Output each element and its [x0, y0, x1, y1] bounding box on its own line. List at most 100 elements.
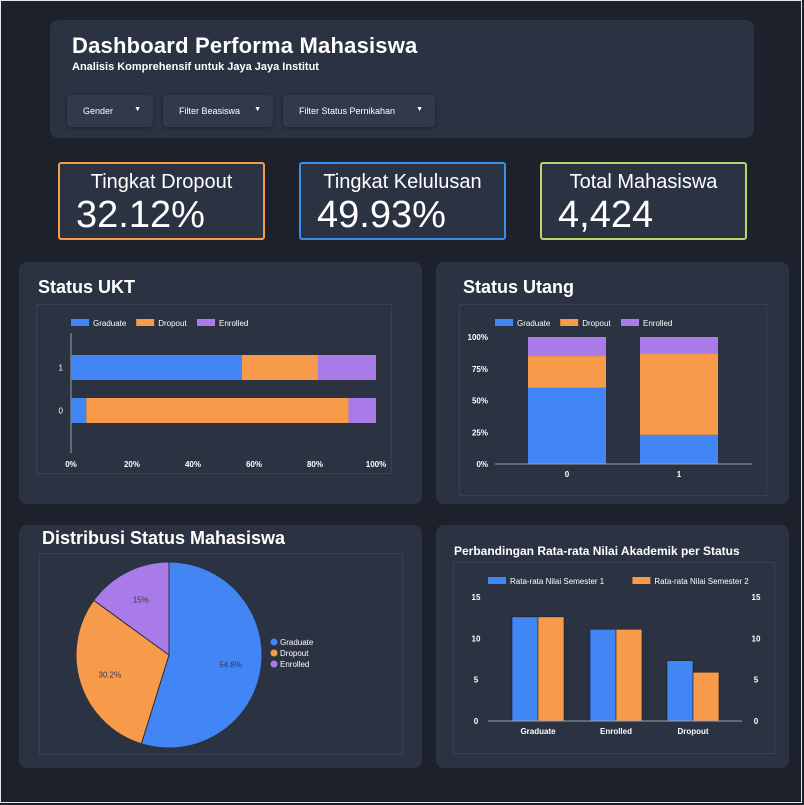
bar-dropout-s2: [692, 671, 720, 722]
chevron-down-icon: ▼: [416, 106, 423, 113]
ukt-chart-container: Graduate Dropout Enrolled 1 0 0% 20% 40% 60% 80% 1…: [36, 304, 392, 474]
x-tick-label: 20%: [124, 460, 140, 469]
y-tick-label: 50%: [472, 397, 488, 406]
legend-label: Enrolled: [280, 660, 309, 669]
y-tick-label: 1: [59, 364, 64, 373]
akademik-card-title: Perbandingan Rata-rata Nilai Akademik pe…: [454, 544, 740, 558]
bar-dropout-1: [241, 355, 319, 380]
kpi-total-value: 4,424: [558, 194, 654, 236]
legend-swatch: [270, 649, 278, 657]
pernikahan-filter-dropdown[interactable]: Filter Status Pernikahan ▼: [283, 95, 435, 127]
distribusi-card-title: Distribusi Status Mahasiswa: [42, 528, 286, 548]
legend-label: Graduate: [280, 638, 314, 647]
header-panel: Dashboard Performa Mahasiswa Analisis Ko…: [50, 20, 754, 138]
bar-dropout-s1: [666, 660, 694, 722]
utang-card-title: Status Utang: [463, 277, 575, 297]
y-tick-label: 0: [59, 407, 64, 416]
utang-chart: Graduate Dropout Enrolled 0 1 0% 25% 50% 75% 100%: [468, 319, 752, 479]
y-tick-label-right: 10: [752, 634, 761, 643]
legend-swatch: [71, 319, 89, 326]
distribusi-card: Distribusi Status Mahasiswa 54.8% 30.2% 15…: [19, 525, 422, 768]
bar-graduate-0: [71, 398, 87, 423]
bar-graduate-1: [640, 434, 718, 464]
kpi-kelulusan-label: Tingkat Kelulusan: [323, 171, 482, 193]
bar-graduate-s2: [537, 616, 565, 722]
y-tick-label: 0%: [476, 460, 488, 469]
utang-card: Status Utang Graduate Dropout Enrolled 0 1 0%…: [436, 262, 789, 504]
ukt-chart: Graduate Dropout Enrolled100% 20% 40% 60% 80% 1…: [59, 319, 386, 469]
bar-enrolled-1: [640, 337, 718, 354]
kpi-dropout-value: 32.12%: [76, 194, 205, 236]
legend-label: Rata-rata Nilai Semester 2: [654, 577, 749, 586]
bar-enrolled-s1: [589, 628, 617, 722]
legend-swatch: [632, 577, 651, 584]
gender-filter-label: Gender: [83, 106, 114, 116]
x-tick-label: Enrolled: [600, 727, 632, 736]
legend-swatch: [136, 319, 155, 326]
legend-swatch: [488, 577, 506, 584]
y-tick-label: 75%: [472, 365, 488, 374]
x-tick-label: 0%: [65, 460, 77, 469]
x-tick-label: Dropout: [677, 727, 708, 736]
x-tick-label: 80%: [307, 460, 323, 469]
chevron-down-icon: ▼: [254, 106, 261, 113]
bar-enrolled-s2: [615, 628, 643, 722]
distribusi-chart-container: 54.8% 30.2% 15% Graduate Dropout Enrolled: [39, 553, 403, 755]
legend-label: Dropout: [158, 319, 187, 328]
pie-label-dropout: 30.2%: [99, 671, 122, 680]
bar-dropout-0: [528, 356, 606, 388]
utang-chart-container: Graduate Dropout Enrolled 0 1 0% 25% 50% 75% 100%: [459, 304, 767, 496]
x-tick-label: 100%: [366, 460, 386, 469]
y-tick-label-right: 0: [754, 717, 759, 726]
legend-label: Dropout: [280, 649, 309, 658]
kpi-kelulusan-value: 49.93%: [317, 194, 446, 236]
y-tick-label: 25%: [472, 428, 488, 437]
bar-enrolled-0: [348, 398, 376, 423]
kpi-total-card: Total Mahasiswa 4,424: [540, 162, 747, 240]
pernikahan-filter-label: Filter Status Pernikahan: [299, 106, 396, 116]
legend-label: Dropout: [582, 319, 611, 328]
x-tick-label: 0: [565, 470, 570, 479]
legend-label: Enrolled: [219, 319, 248, 328]
ukt-card: Status UKT Graduate Dropout Enrolled 1 0 0% 20…: [19, 262, 422, 504]
y-tick-label-left: 15: [472, 593, 481, 602]
x-tick-label: Graduate: [520, 727, 556, 736]
kpi-dropout-card: Tingkat Dropout 32.12%: [58, 162, 265, 240]
kpi-total-label: Total Mahasiswa: [569, 171, 718, 193]
page-subtitle: Analisis Komprehensif untuk Jaya Jaya In…: [72, 61, 319, 73]
akademik-chart: Rata-rata Nilai Semester 1 Rata-rata Nila…: [472, 577, 761, 736]
legend-swatch: [270, 660, 278, 668]
beasiswa-filter-dropdown[interactable]: Filter Beasiswa ▼: [163, 95, 273, 127]
y-tick-label-left: 0: [474, 717, 479, 726]
ukt-card-title: Status UKT: [38, 277, 136, 297]
legend-swatch: [270, 638, 278, 646]
bar-dropout-1: [640, 353, 718, 435]
bar-dropout-0: [86, 398, 349, 423]
kpi-kelulusan-card: Tingkat Kelulusan 49.93%: [299, 162, 506, 240]
gender-filter-dropdown[interactable]: Gender ▼: [67, 95, 153, 127]
legend-swatch: [495, 319, 513, 326]
chevron-down-icon: ▼: [134, 106, 141, 113]
y-tick-label-right: 5: [754, 676, 759, 685]
legend-label: Graduate: [517, 319, 551, 328]
y-tick-label-left: 5: [474, 676, 479, 685]
y-tick-label-right: 15: [752, 593, 761, 602]
kpi-dropout-label: Tingkat Dropout: [90, 171, 233, 193]
beasiswa-filter-label: Filter Beasiswa: [179, 106, 241, 116]
pie-label-enrolled: 15%: [133, 595, 149, 604]
legend-swatch: [621, 319, 639, 326]
legend-swatch: [197, 319, 215, 326]
distribusi-chart: 54.8% 30.2% 15% Graduate Dropout Enrolled: [75, 561, 314, 749]
pie-label-graduate: 54.8%: [219, 660, 242, 669]
bar-enrolled-0: [528, 337, 606, 357]
legend-label: Graduate: [93, 319, 127, 328]
x-tick-label: 40%: [185, 460, 201, 469]
bar-graduate-s1: [511, 616, 539, 722]
y-tick-label: 100%: [468, 333, 488, 342]
legend-label: Rata-rata Nilai Semester 1: [510, 577, 605, 586]
x-tick-label: 60%: [246, 460, 262, 469]
akademik-chart-container: Rata-rata Nilai Semester 1 Rata-rata Nila…: [453, 562, 775, 754]
bar-graduate-1: [71, 355, 242, 380]
page-title: Dashboard Performa Mahasiswa: [72, 33, 418, 58]
legend-label: Enrolled: [643, 319, 672, 328]
